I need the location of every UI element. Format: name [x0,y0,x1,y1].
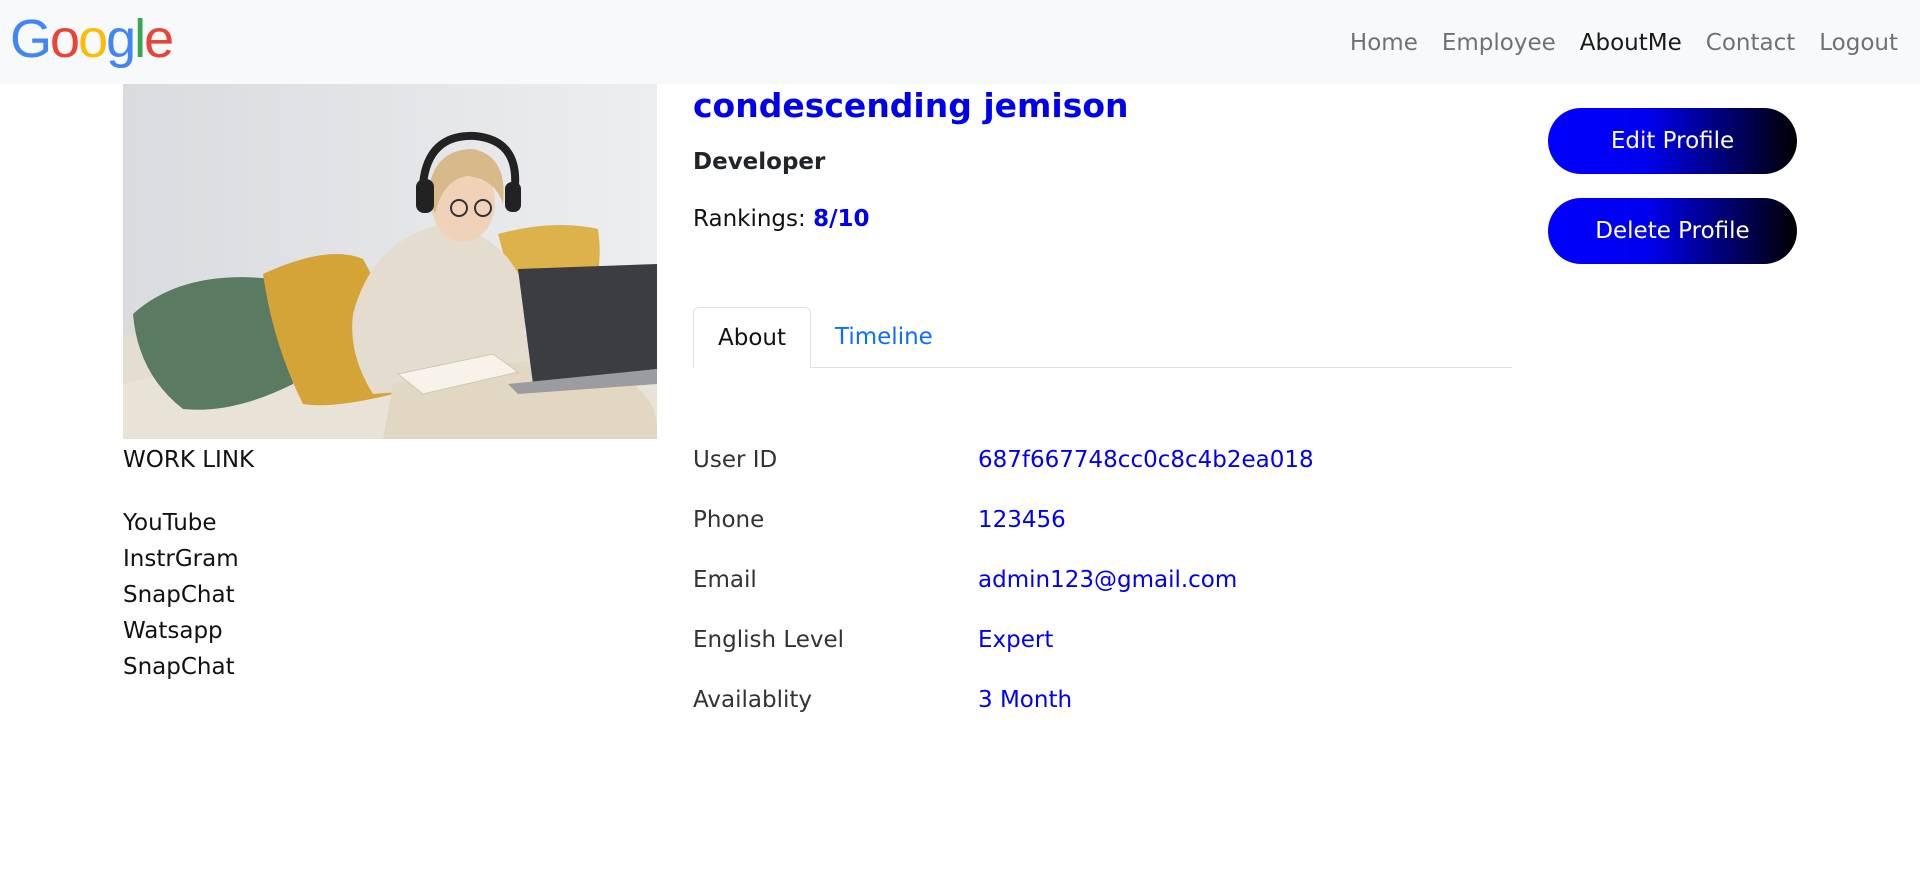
info-label: User ID [693,447,778,473]
nav-contact[interactable]: Contact [1706,26,1795,60]
info-row-user-id: User ID 687f667748cc0c8c4b2ea018 [693,440,1393,480]
info-label: Email [693,567,757,593]
work-link-youtube[interactable]: YouTube [123,505,239,541]
work-link-snapchat-2[interactable]: SnapChat [123,649,239,685]
nav-logout[interactable]: Logout [1819,26,1898,60]
logo-letter-g: G [10,9,52,69]
info-label: English Level [693,627,845,653]
profile-photo [123,84,657,439]
work-link-whatsapp[interactable]: Watsapp [123,613,239,649]
work-link-title: WORK LINK [123,447,255,473]
rankings: Rankings: 8/10 [693,205,870,233]
delete-profile-button[interactable]: Delete Profile [1548,198,1797,264]
logo-letter-o2: o [78,9,108,69]
rankings-value: 8/10 [813,206,870,232]
info-label: Phone [693,507,765,533]
info-value: 3 Month [978,687,1073,713]
google-logo[interactable]: Google [10,9,174,69]
info-value: 123456 [978,507,1066,533]
info-value: Expert [978,627,1054,653]
nav-aboutme[interactable]: AboutMe [1580,26,1682,60]
info-label: Availablity [693,687,812,713]
tab-about[interactable]: About [693,307,812,368]
work-link-list: YouTube InstrGram SnapChat Watsapp SnapC… [123,505,239,685]
info-row-english-level: English Level Expert [693,620,1393,660]
profile-role: Developer [693,149,826,175]
tab-timeline[interactable]: Timeline [811,307,957,366]
nav-home[interactable]: Home [1350,26,1418,60]
profile-name: condescending jemison [693,86,1129,125]
nav-employee[interactable]: Employee [1442,26,1556,60]
logo-letter-o1: o [50,9,80,69]
rankings-label: Rankings: [693,206,806,232]
profile-tabs: About Timeline [693,307,1512,368]
work-link-instagram[interactable]: InstrGram [123,541,239,577]
logo-letter-l: l [134,9,146,69]
navbar: Google Home Employee AboutMe Contact Log… [0,0,1920,84]
logo-letter-e: e [144,9,174,69]
edit-profile-button[interactable]: Edit Profile [1548,108,1797,174]
info-value: 687f667748cc0c8c4b2ea018 [978,447,1314,473]
info-value: admin123@gmail.com [978,567,1238,593]
info-row-availability: Availablity 3 Month [693,680,1393,720]
info-row-email: Email admin123@gmail.com [693,560,1393,600]
logo-letter-g2: g [106,9,136,69]
info-row-phone: Phone 123456 [693,500,1393,540]
nav-links: Home Employee AboutMe Contact Logout [1350,26,1898,60]
work-link-snapchat[interactable]: SnapChat [123,577,239,613]
